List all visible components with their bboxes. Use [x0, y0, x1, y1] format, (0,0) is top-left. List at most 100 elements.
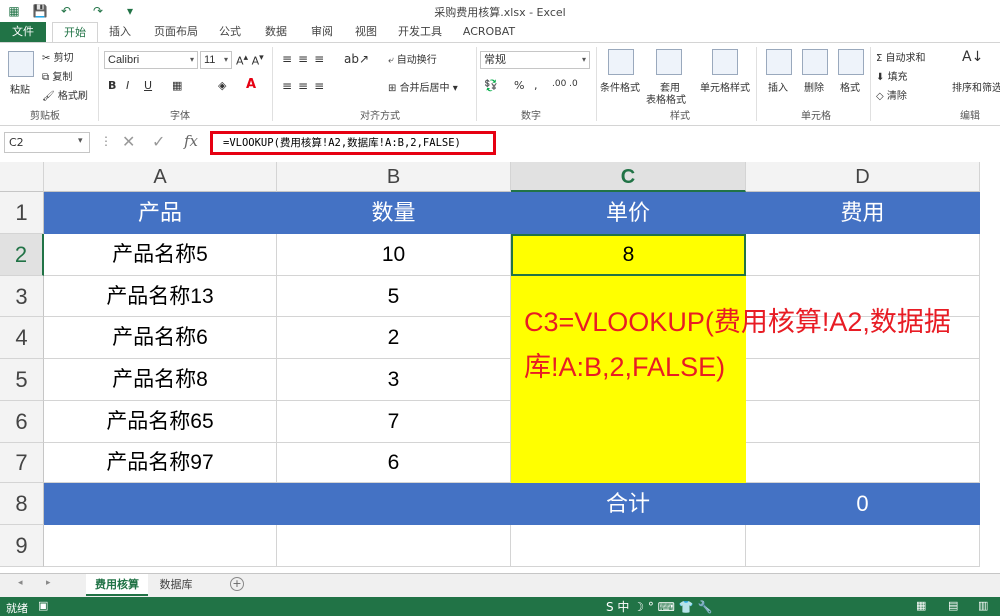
format-cells-button[interactable]: 格式 — [840, 79, 860, 94]
cell-d2[interactable] — [746, 234, 980, 276]
border-icon[interactable]: ▦ — [172, 79, 182, 92]
delete-cells-button[interactable]: 删除 — [804, 79, 824, 94]
header-cell-unit-price[interactable]: 单价 — [511, 192, 746, 234]
merge-center-button[interactable]: ⊞ 合并后居中 ▾ — [388, 79, 458, 94]
cell-b7[interactable]: 6 — [277, 443, 511, 483]
scroll-left-icon[interactable]: ◂ — [18, 578, 23, 588]
row-header-9[interactable]: 9 — [0, 525, 44, 567]
tab-page-layout[interactable]: 页面布局 — [146, 22, 206, 42]
cell-a7[interactable]: 产品名称97 — [44, 443, 277, 483]
tab-review[interactable]: 审阅 — [302, 22, 342, 42]
row-header-7[interactable]: 7 — [0, 443, 44, 483]
insert-cells-icon[interactable] — [766, 49, 792, 75]
cell-d6[interactable] — [746, 401, 980, 443]
sort-filter-icon[interactable]: A↓ — [962, 49, 983, 65]
cell-c9[interactable] — [511, 525, 746, 567]
fill-color-icon[interactable]: ◈ — [218, 79, 226, 92]
tab-file[interactable]: 文件 — [0, 22, 46, 42]
decimal-icons[interactable]: .00 .0 — [552, 79, 578, 89]
page-break-view-icon[interactable]: ▥ — [978, 599, 988, 612]
row-header-6[interactable]: 6 — [0, 401, 44, 443]
name-box-dropdown-icon[interactable]: ▾ — [78, 136, 83, 146]
cell-d8-total-value[interactable]: 0 — [746, 483, 980, 525]
number-format-select[interactable]: 常规 ▾ — [480, 51, 590, 69]
italic-button[interactable]: I — [126, 79, 129, 92]
cell-a2[interactable]: 产品名称5 — [44, 234, 277, 276]
cell-b4[interactable]: 2 — [277, 317, 511, 359]
header-cell-product[interactable]: 产品 — [44, 192, 277, 234]
cancel-icon[interactable]: ✕ — [122, 132, 135, 151]
sheet-tab-cost-calc[interactable]: 费用核算 — [86, 574, 148, 596]
underline-button[interactable]: U — [144, 79, 152, 92]
tab-data[interactable]: 数据 — [256, 22, 296, 42]
currency-icon[interactable]: 💱 — [484, 79, 498, 92]
percent-button[interactable]: % — [514, 79, 524, 92]
cell-a9[interactable] — [44, 525, 277, 567]
header-cell-quantity[interactable]: 数量 — [277, 192, 511, 234]
format-table-icon[interactable] — [656, 49, 682, 75]
column-header-d[interactable]: D — [746, 162, 980, 192]
cell-a8-b8[interactable] — [44, 483, 511, 525]
cell-c7[interactable] — [511, 443, 746, 483]
cell-styles-button[interactable]: 单元格样式 — [700, 79, 750, 94]
paste-button[interactable]: 粘贴 — [10, 81, 30, 96]
row-header-4[interactable]: 4 — [0, 317, 44, 359]
conditional-format-button[interactable]: 条件格式 — [600, 79, 640, 94]
grow-font-button[interactable]: A▴ A▾ — [236, 52, 264, 68]
row-header-3[interactable]: 3 — [0, 276, 44, 317]
row-header-8[interactable]: 8 — [0, 483, 44, 525]
tab-insert[interactable]: 插入 — [100, 22, 140, 42]
row-header-2[interactable]: 2 — [0, 234, 44, 276]
page-layout-view-icon[interactable]: ▤ — [948, 599, 958, 612]
horizontal-align-icons[interactable]: ≡≡≡ — [282, 79, 330, 93]
font-size-select[interactable]: 11 ▾ — [200, 51, 232, 69]
column-header-b[interactable]: B — [277, 162, 511, 192]
select-all-corner[interactable] — [0, 162, 44, 192]
conditional-format-icon[interactable] — [608, 49, 634, 75]
cell-a4[interactable]: 产品名称6 — [44, 317, 277, 359]
cell-styles-icon[interactable] — [712, 49, 738, 75]
add-sheet-icon[interactable]: + — [230, 577, 244, 591]
insert-function-icon[interactable]: fx — [184, 132, 198, 150]
formula-input[interactable]: =VLOOKUP(费用核算!A2,数据库!A:B,2,FALSE) — [210, 131, 496, 155]
comma-button[interactable]: , — [534, 79, 538, 92]
sort-filter-button[interactable]: 排序和筛选 — [952, 79, 1000, 94]
cell-b2[interactable]: 10 — [277, 234, 511, 276]
delete-cells-icon[interactable] — [802, 49, 828, 75]
column-header-a[interactable]: A — [44, 162, 277, 192]
cell-b5[interactable]: 3 — [277, 359, 511, 401]
cell-d7[interactable] — [746, 443, 980, 483]
normal-view-icon[interactable]: ▦ — [916, 599, 926, 612]
row-header-5[interactable]: 5 — [0, 359, 44, 401]
tab-developer[interactable]: 开发工具 — [392, 22, 448, 42]
enter-icon[interactable]: ✓ — [152, 132, 165, 151]
cell-b6[interactable]: 7 — [277, 401, 511, 443]
tab-home[interactable]: 开始 — [52, 22, 98, 43]
cell-a5[interactable]: 产品名称8 — [44, 359, 277, 401]
font-name-select[interactable]: Calibri ▾ — [104, 51, 198, 69]
vertical-align-icons[interactable]: ≡≡≡ — [282, 52, 330, 66]
copy-button[interactable]: ⧉ 复制 — [42, 68, 72, 83]
macro-record-icon[interactable]: ▣ — [38, 599, 48, 612]
clear-button[interactable]: ◇ 清除 — [876, 87, 907, 102]
format-cells-icon[interactable] — [838, 49, 864, 75]
insert-cells-button[interactable]: 插入 — [768, 79, 788, 94]
tab-view[interactable]: 视图 — [346, 22, 386, 42]
cell-a3[interactable]: 产品名称13 — [44, 276, 277, 317]
cell-c6[interactable] — [511, 401, 746, 443]
tab-acrobat[interactable]: ACROBAT — [456, 22, 522, 42]
row-header-1[interactable]: 1 — [0, 192, 44, 234]
column-header-c[interactable]: C — [511, 162, 746, 192]
cell-c2[interactable]: 8 — [511, 234, 746, 276]
tab-formulas[interactable]: 公式 — [210, 22, 250, 42]
cell-b3[interactable]: 5 — [277, 276, 511, 317]
cell-b9[interactable] — [277, 525, 511, 567]
wrap-text-button[interactable]: ⤶ 自动换行 — [388, 51, 437, 66]
format-painter-button[interactable]: 🖌 格式刷 — [42, 87, 88, 102]
sheet-tab-database[interactable]: 数据库 — [150, 574, 202, 596]
cell-c8-total-label[interactable]: 合计 — [511, 483, 746, 525]
autosum-button[interactable]: Σ 自动求和 — [876, 49, 926, 64]
cell-d9[interactable] — [746, 525, 980, 567]
cut-button[interactable]: ✂ 剪切 — [42, 49, 74, 64]
format-table-line2[interactable]: 表格格式 — [646, 91, 686, 106]
